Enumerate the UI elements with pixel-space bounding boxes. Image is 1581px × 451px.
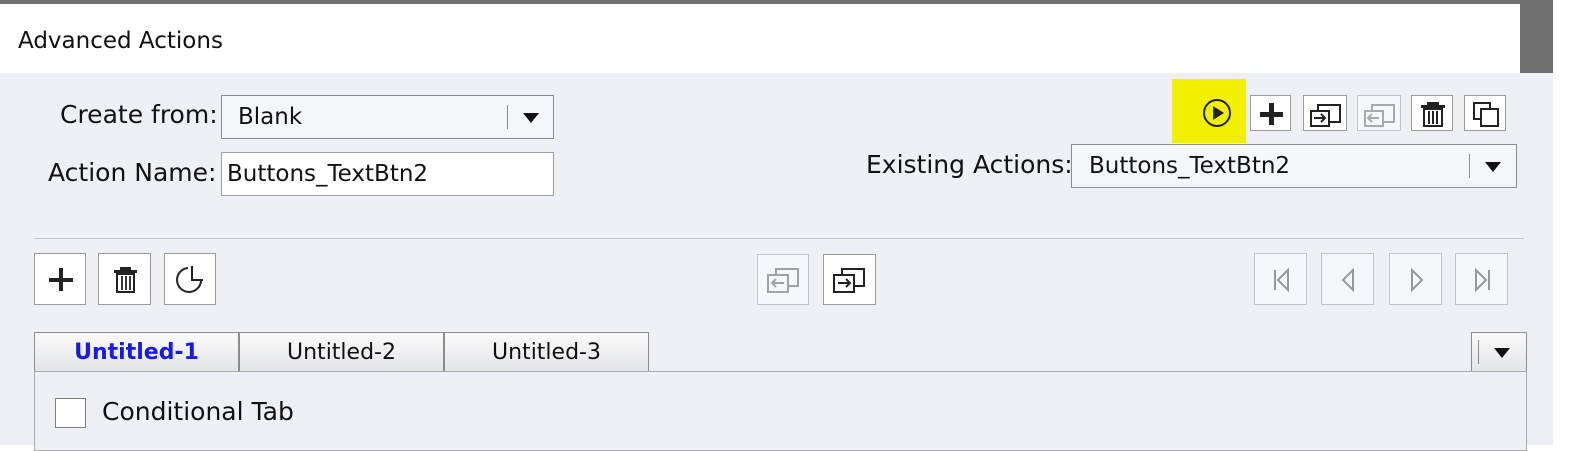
trash-icon bbox=[114, 267, 137, 293]
add-statement-button[interactable] bbox=[34, 253, 86, 305]
import-button[interactable] bbox=[1303, 95, 1347, 131]
preview-button[interactable] bbox=[1199, 97, 1235, 129]
add-action-icon bbox=[1260, 103, 1283, 125]
tab-untitled-1[interactable]: Untitled-1 bbox=[34, 332, 239, 372]
paste-statement-button[interactable] bbox=[823, 254, 876, 305]
tab-untitled-2[interactable]: Untitled-2 bbox=[239, 332, 444, 372]
previous-button[interactable] bbox=[1321, 253, 1374, 305]
paste-icon bbox=[833, 268, 865, 293]
chevron-down-icon bbox=[523, 113, 539, 123]
dropdown-separator bbox=[507, 105, 508, 129]
create-from-label: Create from: bbox=[60, 100, 218, 129]
export-icon bbox=[1364, 104, 1395, 127]
duplicate-icon bbox=[1473, 102, 1499, 127]
next-button[interactable] bbox=[1389, 253, 1442, 305]
next-icon bbox=[1411, 267, 1424, 293]
previous-icon bbox=[1341, 267, 1354, 293]
existing-actions-label: Existing Actions: bbox=[866, 150, 1073, 179]
last-icon bbox=[1475, 267, 1490, 293]
dropdown-separator bbox=[1478, 340, 1479, 364]
first-icon bbox=[1274, 267, 1289, 293]
copy-statement-button[interactable] bbox=[164, 253, 216, 305]
chevron-down-icon bbox=[1494, 348, 1510, 358]
conditional-tab-checkbox[interactable] bbox=[55, 398, 86, 428]
tab-untitled-3[interactable]: Untitled-3 bbox=[444, 332, 649, 372]
cut-statement-button[interactable] bbox=[757, 254, 809, 305]
first-button[interactable] bbox=[1254, 253, 1307, 305]
create-from-value: Blank bbox=[238, 104, 303, 130]
add-icon bbox=[49, 268, 73, 291]
chevron-down-icon bbox=[1485, 162, 1501, 172]
action-name-label: Action Name: bbox=[48, 158, 217, 187]
delete-action-button[interactable] bbox=[1411, 95, 1453, 131]
create-from-dropdown[interactable]: Blank bbox=[221, 95, 554, 139]
import-icon bbox=[1310, 104, 1341, 127]
title-bar[interactable]: Advanced Actions bbox=[0, 4, 1520, 73]
duplicate-action-button[interactable] bbox=[1464, 95, 1506, 131]
trash-icon bbox=[1421, 102, 1445, 127]
section-divider bbox=[34, 238, 1524, 239]
preview-icon bbox=[1203, 99, 1231, 127]
export-button[interactable] bbox=[1357, 95, 1401, 131]
conditional-tab-label: Conditional Tab bbox=[102, 397, 294, 426]
cut-icon bbox=[767, 268, 799, 293]
delete-statement-button[interactable] bbox=[98, 253, 151, 305]
last-button[interactable] bbox=[1455, 253, 1508, 305]
tab-list-dropdown[interactable] bbox=[1471, 332, 1527, 372]
existing-actions-dropdown[interactable]: Buttons_TextBtn2 bbox=[1071, 144, 1517, 188]
window-title: Advanced Actions bbox=[18, 28, 223, 54]
action-name-input[interactable] bbox=[221, 152, 554, 196]
copy-icon bbox=[176, 266, 203, 293]
add-action-button[interactable] bbox=[1250, 95, 1291, 131]
existing-actions-value: Buttons_TextBtn2 bbox=[1089, 153, 1291, 179]
dropdown-separator bbox=[1469, 154, 1470, 178]
